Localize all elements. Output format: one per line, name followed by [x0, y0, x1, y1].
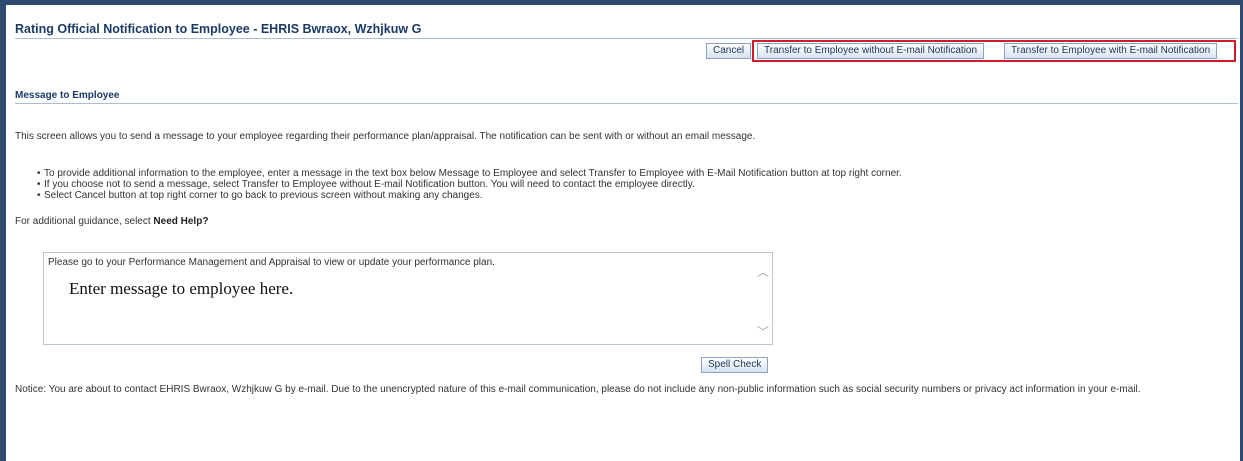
guidance-line: For additional guidance, select Need Hel…	[15, 216, 208, 227]
page-title: Rating Official Notification to Employee…	[15, 22, 422, 36]
chevron-up-icon[interactable]: ︿	[757, 263, 769, 280]
section-divider	[15, 103, 1238, 104]
bullet-icon: •	[37, 168, 41, 179]
message-textarea[interactable]: Please go to your Performance Management…	[43, 252, 773, 345]
message-hint-overlay: Enter message to employee here.	[69, 273, 544, 341]
window-frame-top	[0, 0, 1243, 5]
instruction-list: • To provide additional information to th…	[37, 168, 902, 201]
window-frame-left	[0, 0, 6, 461]
list-item: • If you choose not to send a message, se…	[37, 179, 902, 190]
transfer-buttons-highlight	[752, 40, 1236, 62]
list-item-text: To provide additional information to the…	[44, 168, 902, 179]
bullet-icon: •	[37, 190, 41, 201]
guidance-text: For additional guidance, select	[15, 216, 151, 227]
section-title: Message to Employee	[15, 90, 120, 101]
need-help-link[interactable]: Need Help?	[153, 216, 208, 227]
cancel-button[interactable]: Cancel	[706, 43, 752, 59]
message-text: Please go to your Performance Management…	[48, 257, 495, 268]
notice-text: Notice: You are about to contact EHRIS B…	[15, 384, 1141, 395]
intro-text: This screen allows you to send a message…	[15, 131, 756, 142]
list-item-text: Select Cancel button at top right corner…	[44, 190, 483, 201]
list-item-text: If you choose not to send a message, sel…	[44, 179, 695, 190]
spell-check-button[interactable]: Spell Check	[701, 357, 769, 373]
list-item: • Select Cancel button at top right corne…	[37, 190, 902, 201]
title-divider	[15, 38, 1238, 39]
chevron-down-icon[interactable]: ﹀	[757, 323, 769, 340]
list-item: • To provide additional information to th…	[37, 168, 902, 179]
bullet-icon: •	[37, 179, 41, 190]
